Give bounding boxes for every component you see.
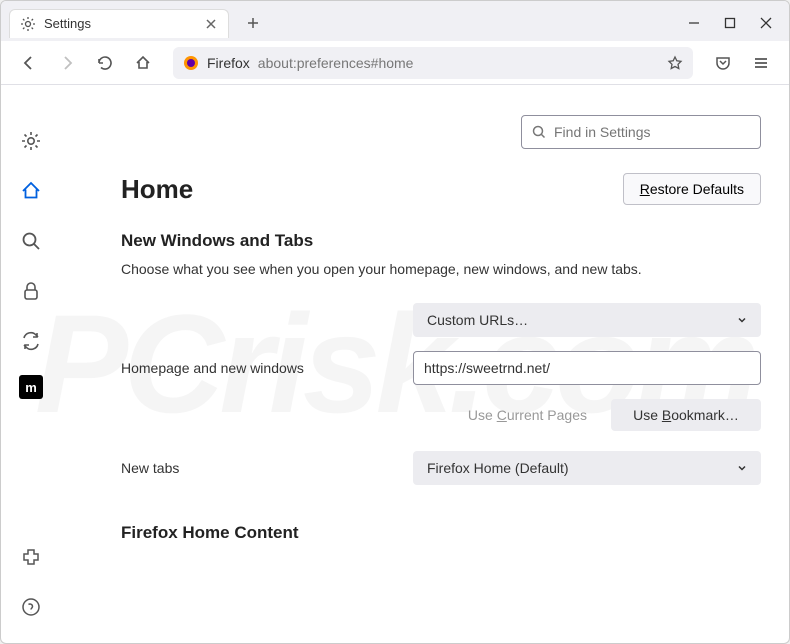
toolbar: Firefox about:preferences#home	[1, 41, 789, 85]
homepage-url-input[interactable]	[413, 351, 761, 385]
newtabs-dropdown[interactable]: Firefox Home (Default)	[413, 451, 761, 485]
sidebar-item-search[interactable]	[15, 225, 47, 257]
sidebar-item-help[interactable]	[15, 591, 47, 623]
window-controls	[687, 16, 781, 30]
close-window-button[interactable]	[759, 16, 773, 30]
settings-sidebar: m	[1, 85, 61, 643]
menu-button[interactable]	[745, 47, 777, 79]
homepage-mode-dropdown[interactable]: Custom URLs…	[413, 303, 761, 337]
close-icon[interactable]	[204, 17, 218, 31]
sidebar-item-general[interactable]	[15, 125, 47, 157]
pocket-button[interactable]	[707, 47, 739, 79]
forward-button[interactable]	[51, 47, 83, 79]
sidebar-item-mozilla[interactable]: m	[19, 375, 43, 399]
settings-search-input[interactable]	[554, 124, 750, 140]
sidebar-item-privacy[interactable]	[15, 275, 47, 307]
chevron-down-icon	[737, 315, 747, 325]
url-firefox-label: Firefox	[207, 55, 250, 71]
tab-title: Settings	[44, 16, 196, 31]
url-bar[interactable]: Firefox about:preferences#home	[173, 47, 693, 79]
minimize-button[interactable]	[687, 16, 701, 30]
browser-window: Settings	[0, 0, 790, 644]
settings-main: Home RRestore Defaultsestore Defaults Ne…	[61, 85, 789, 643]
home-button[interactable]	[127, 47, 159, 79]
new-tab-button[interactable]	[239, 9, 267, 37]
restore-defaults-button[interactable]: RRestore Defaultsestore Defaults	[623, 173, 761, 205]
content-area: PCrisk.com m	[1, 85, 789, 643]
section-new-windows-title: New Windows and Tabs	[121, 231, 761, 251]
firefox-logo-icon	[183, 55, 199, 71]
dropdown-label: Custom URLs…	[427, 312, 528, 328]
sidebar-item-extensions[interactable]	[15, 541, 47, 573]
use-bookmark-button[interactable]: Use Bookmark…Use Bookmark…	[611, 399, 761, 431]
chevron-down-icon	[737, 463, 747, 473]
settings-search[interactable]	[521, 115, 761, 149]
sidebar-item-sync[interactable]	[15, 325, 47, 357]
back-button[interactable]	[13, 47, 45, 79]
maximize-button[interactable]	[723, 16, 737, 30]
gear-icon	[20, 16, 36, 32]
bookmark-star-icon[interactable]	[667, 55, 683, 71]
newtabs-label: New tabs	[121, 460, 401, 476]
browser-tab[interactable]: Settings	[9, 9, 229, 38]
reload-button[interactable]	[89, 47, 121, 79]
dropdown-label: Firefox Home (Default)	[427, 460, 569, 476]
url-path: about:preferences#home	[258, 55, 414, 71]
tab-bar: Settings	[1, 1, 789, 41]
section-firefox-home-title: Firefox Home Content	[121, 523, 761, 543]
sidebar-item-home[interactable]	[15, 175, 47, 207]
use-current-pages-button[interactable]: Use Current PagesUse Current Pages	[454, 399, 601, 431]
homepage-label: Homepage and new windows	[121, 360, 401, 376]
section-new-windows-desc: Choose what you see when you open your h…	[121, 261, 761, 277]
page-title: Home	[121, 174, 193, 205]
